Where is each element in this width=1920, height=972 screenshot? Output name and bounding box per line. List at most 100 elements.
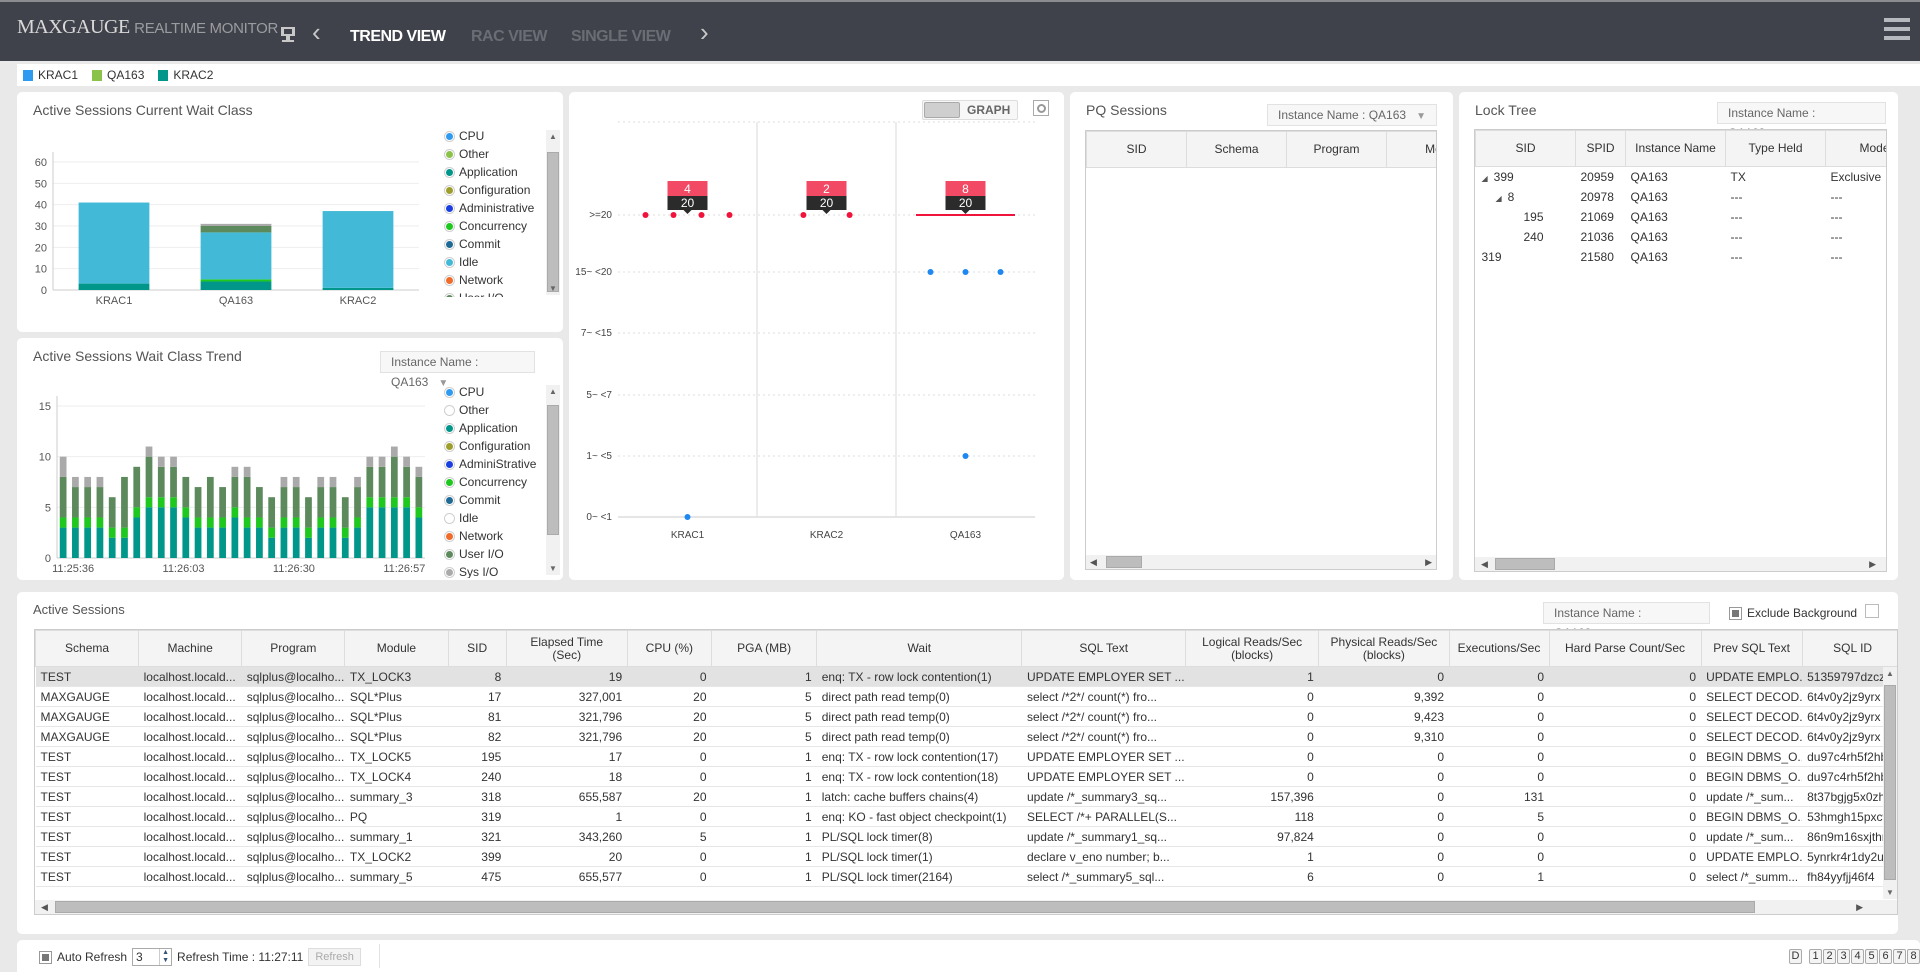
- bar-segment-application[interactable]: [72, 527, 79, 558]
- bar-segment-sysio[interactable]: [145, 446, 153, 457]
- bar-segment-concurrency[interactable]: [206, 517, 214, 528]
- bar-segment-application[interactable]: [96, 527, 104, 558]
- legend-item[interactable]: Commit: [444, 235, 544, 253]
- instance-select[interactable]: Instance Name : QA163▼: [1267, 104, 1437, 126]
- legend-item[interactable]: CPU: [444, 127, 544, 145]
- legend-toggle-icon[interactable]: [444, 274, 455, 286]
- column-header[interactable]: Hard Parse Count/Sec: [1548, 630, 1702, 667]
- session-point[interactable]: [997, 269, 1004, 275]
- legend-toggle-icon[interactable]: [444, 220, 455, 232]
- bar-segment-sysio[interactable]: [317, 476, 325, 488]
- legend-toggle-icon[interactable]: [444, 476, 455, 488]
- scroll-up-icon[interactable]: ▲: [546, 387, 560, 396]
- bar-segment-userio[interactable]: [378, 466, 386, 498]
- column-header[interactable]: CPU (%): [626, 630, 713, 667]
- refresh-button[interactable]: Refresh: [308, 948, 361, 966]
- column-header[interactable]: SQL Text: [1021, 630, 1186, 667]
- nav-next-icon[interactable]: ›: [700, 19, 709, 45]
- bar-segment-userio[interactable]: [200, 226, 272, 233]
- legend-toggle-icon[interactable]: [444, 184, 455, 196]
- bar-segment-application[interactable]: [182, 517, 190, 558]
- page-button-3[interactable]: 3: [1837, 949, 1850, 964]
- bar-segment-application[interactable]: [256, 527, 263, 558]
- d-button[interactable]: D: [1789, 949, 1802, 964]
- bar-segment-userio[interactable]: [317, 487, 325, 518]
- bar-segment-concurrency[interactable]: [84, 517, 92, 528]
- bar-segment-application[interactable]: [59, 527, 67, 558]
- column-header[interactable]: SPID: [1575, 130, 1626, 167]
- bar-segment-userio[interactable]: [354, 487, 361, 518]
- scroll-down-icon[interactable]: ▼: [1883, 888, 1897, 897]
- bar-segment-sysio[interactable]: [59, 456, 67, 477]
- page-button-8[interactable]: 8: [1907, 949, 1920, 964]
- column-header[interactable]: Mode H: [1825, 130, 1886, 167]
- session-point[interactable]: [962, 453, 969, 459]
- bar-segment-sysio[interactable]: [72, 476, 79, 488]
- column-header[interactable]: Type Held: [1725, 130, 1826, 167]
- legend-item[interactable]: Administrative: [444, 199, 544, 217]
- bar-segment-userio[interactable]: [292, 487, 300, 518]
- bar-segment-application[interactable]: [292, 527, 300, 558]
- scroll-thumb[interactable]: [547, 405, 559, 535]
- bar-segment-concurrency[interactable]: [317, 517, 325, 528]
- bar-segment-concurrency[interactable]: [121, 527, 128, 538]
- legend-item[interactable]: Other: [444, 401, 544, 419]
- scroll-down-icon[interactable]: ▼: [546, 284, 560, 293]
- bar-segment-userio[interactable]: [219, 487, 226, 518]
- session-row[interactable]: MAXGAUGE localhost.locald... sqlplus@local…: [35, 706, 1897, 727]
- bar-segment-userio[interactable]: [390, 456, 398, 498]
- bar-segment-application[interactable]: [354, 527, 361, 558]
- legend-item[interactable]: AdminiStrative: [444, 455, 544, 473]
- column-header[interactable]: Module: [344, 630, 449, 667]
- horizontal-scrollbar[interactable]: ◀ ▶: [1086, 555, 1436, 569]
- legend-item[interactable]: Commit: [444, 491, 544, 509]
- legend-item[interactable]: CPU: [444, 383, 544, 401]
- bar-segment-application[interactable]: [317, 527, 325, 558]
- bar-segment-userio[interactable]: [231, 476, 239, 508]
- session-point[interactable]: [684, 514, 691, 520]
- bar-segment-application[interactable]: [305, 537, 312, 558]
- bar-segment-concurrency[interactable]: [354, 517, 361, 528]
- bar-segment-concurrency[interactable]: [157, 497, 165, 508]
- bar-segment-sysio[interactable]: [378, 456, 386, 467]
- column-header[interactable]: Program: [1286, 131, 1387, 168]
- bar-segment-sysio[interactable]: [157, 456, 165, 467]
- scroll-left-icon[interactable]: ◀: [1090, 555, 1097, 569]
- bar-segment-application[interactable]: [145, 507, 153, 558]
- bar-segment-userio[interactable]: [366, 466, 374, 498]
- bar-segment-application[interactable]: [366, 507, 374, 558]
- bar-segment-concurrency[interactable]: [292, 517, 300, 528]
- bar-segment-application[interactable]: [231, 517, 239, 558]
- legend-toggle-icon[interactable]: [444, 440, 455, 452]
- scroll-thumb[interactable]: [1495, 558, 1555, 570]
- session-row[interactable]: MAXGAUGE localhost.locald... sqlplus@local…: [35, 686, 1897, 707]
- session-point[interactable]: [698, 212, 705, 218]
- instance-select[interactable]: Instance Name : QA163▼: [380, 351, 535, 389]
- bar-segment-concurrency[interactable]: [256, 517, 263, 528]
- column-header[interactable]: SID: [1475, 130, 1576, 167]
- bar-segment-sysio[interactable]: [231, 466, 239, 477]
- bar-segment-sysio[interactable]: [200, 223, 272, 226]
- bar-segment-userio[interactable]: [133, 466, 141, 508]
- bar-segment-userio[interactable]: [341, 497, 349, 528]
- count-badge[interactable]: 220: [806, 181, 847, 214]
- legend-item[interactable]: Network: [444, 527, 544, 545]
- column-header[interactable]: Physical Reads/Sec (blocks): [1318, 630, 1450, 667]
- legend-toggle-icon[interactable]: [444, 238, 455, 250]
- bar-segment-sysio[interactable]: [390, 446, 398, 457]
- legend-item[interactable]: Application: [444, 419, 544, 437]
- bar-segment-sysio[interactable]: [170, 456, 177, 467]
- bar-segment-concurrency[interactable]: [59, 517, 67, 528]
- legend-item[interactable]: Concurrency: [444, 217, 544, 235]
- bar-segment-userio[interactable]: [145, 456, 153, 498]
- column-header[interactable]: Schema: [35, 630, 140, 667]
- instance-legend-krac1[interactable]: KRAC1: [23, 68, 78, 82]
- bar-segment-idle[interactable]: [78, 202, 150, 284]
- column-header[interactable]: Instance Name: [1625, 130, 1726, 167]
- bar-segment-userio[interactable]: [280, 487, 288, 518]
- bar-segment-concurrency[interactable]: [403, 497, 410, 508]
- scroll-thumb[interactable]: [547, 152, 559, 292]
- column-header[interactable]: Prev SQL Text: [1700, 630, 1803, 667]
- bar-segment-idle[interactable]: [322, 211, 394, 288]
- bar-segment-concurrency[interactable]: [72, 517, 79, 528]
